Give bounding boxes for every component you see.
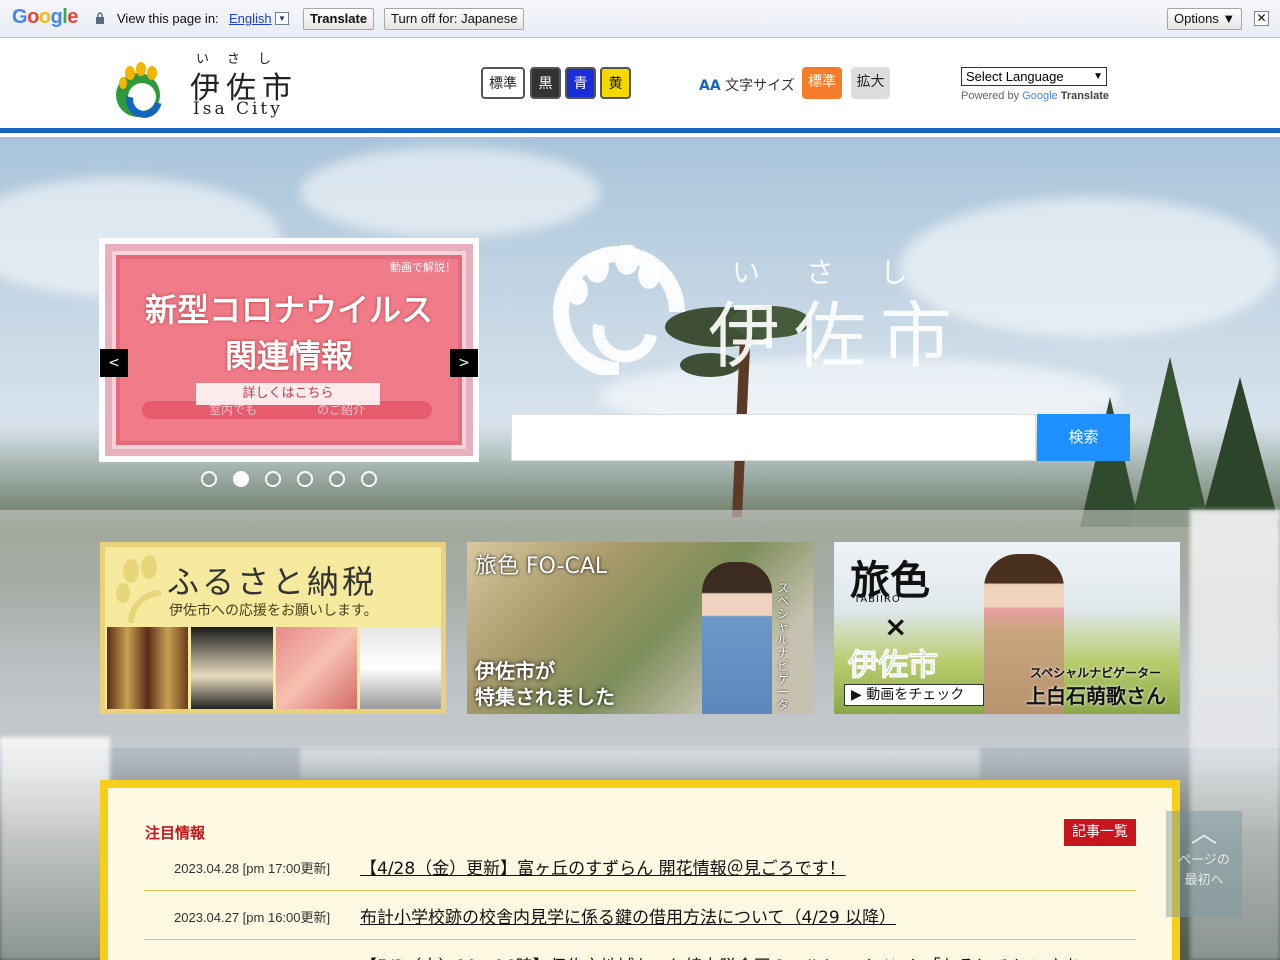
logo-letter: o [38,6,51,28]
color-standard-button[interactable]: 標準 [481,67,525,99]
search-input[interactable] [511,414,1036,461]
logo-letter: o [27,6,39,28]
navigator-label: スペシャルナビゲーター [1030,666,1162,680]
pudding-photo [191,627,273,709]
turn-off-button[interactable]: Turn off for: Japanese [384,8,525,30]
carousel-dot[interactable] [265,471,281,487]
powered-by-google: Powered by Google Translate [961,90,1109,102]
site-header: いさし 伊佐市 Isa City 標準 黒 青 黄 AA 文字サイズ 標準 拡大… [0,39,1280,133]
back-to-top-button[interactable]: ︿ ページの最初へ [1166,811,1242,917]
watch-video-button[interactable]: ▶ 動画をチェック [844,684,984,706]
news-date: 2023.04.27 [pm 16:00更新] [174,910,331,925]
carousel-dot[interactable] [297,471,313,487]
google-wordmark: Google [1022,90,1058,102]
hero-section: 動画で解説！ 新型コロナウイルス 関連情報 室内でも のご紹介 詳しくはこちら … [0,137,1280,960]
shochu-photo [107,627,189,709]
news-date: 2023.04.28 [pm 17:00更新] [174,861,331,876]
select-language-dropdown[interactable]: Select Language ▼ [961,67,1107,86]
city-emblem-icon [553,245,685,375]
carousel-dot[interactable] [329,471,345,487]
furusato-subtitle: 伊佐市への応援をお願いします。 [169,603,378,619]
slide-title-line2: 関連情報 [224,337,353,375]
search-button[interactable]: 検索 [1037,414,1130,461]
google-logo: Google [12,6,78,29]
logo-letter: e [67,6,78,28]
google-translate-bar: Google View this page in: English ▼ Tran… [0,0,1280,38]
focal-feature-banner[interactable]: 旅色 FO-CAL スペシャルナビゲーター 上白石萌歌さん 伊佐市が 特集されま… [467,542,813,714]
cloud [300,147,600,237]
view-page-in-label: View this page in: [117,11,219,26]
font-size-text: 文字サイズ [725,78,795,94]
font-standard-button[interactable]: 標準 [802,67,842,99]
collab-x: × [884,610,908,643]
news-item: 【5/3（水）10～16時】伊佐市地域おこし協力隊企画のマルシェイベント「おそと… [144,940,1136,960]
news-title: 注目情報 [145,824,206,842]
city-logo-icon[interactable] [108,61,172,119]
news-link[interactable]: 【5/3（水）10～16時】伊佐市地域おこし協力隊企画のマルシェイベント「おそと… [360,952,1097,960]
powered-by-text: Powered by [961,90,1020,102]
carousel-dot-active[interactable] [233,471,249,487]
waterfall [0,737,110,960]
slide-title-line1: 新型コロナウイルス [144,291,433,329]
font-size-label: AA 文字サイズ [699,75,795,95]
color-yellow-button[interactable]: 黄 [600,67,631,99]
logo-letter: g [50,6,63,28]
jars-photo [359,627,441,709]
back-to-top-label: ページの最初へ [1178,853,1230,888]
select-language-value: Select Language [966,69,1064,84]
focal-caption: 伊佐市が 特集されました [475,658,615,710]
color-blue-button[interactable]: 青 [565,67,596,99]
city-name: 伊佐市 [708,294,967,378]
featured-news-panel: 注目情報 記事一覧 2023.04.28 [pm 17:00更新] 【4/28（… [100,780,1180,960]
translate-link[interactable]: Translate [1061,90,1109,102]
product-photos [107,627,441,709]
lock-icon [96,12,104,24]
focal-header: 旅色 FO-CAL [475,554,608,579]
carousel[interactable]: 動画で解説！ 新型コロナウイルス 関連情報 室内でも のご紹介 詳しくはこちら [99,238,479,462]
chevron-down-icon: ▼ [1093,71,1103,82]
tabiiro-en: TABIIRO [854,594,901,605]
waterfall [300,748,980,778]
language-link[interactable]: English [229,11,272,26]
focal-caption-line2: 特集されました [475,685,615,709]
tabiiro-video-banner[interactable]: 旅色 TABIIRO × 伊佐市 ▶ 動画をチェック スペシャルナビゲーター 上… [834,542,1180,714]
furusato-title: ふるさと納税 [167,563,378,601]
color-black-button[interactable]: 黒 [530,67,561,99]
chevron-up-icon: ︿ [1190,819,1217,849]
news-item: 2023.04.28 [pm 17:00更新] 【4/28（金）更新】富ヶ丘のす… [144,842,1136,891]
carousel-prev-button[interactable]: < [100,349,128,377]
close-icon[interactable]: ✕ [1254,11,1269,26]
navigator-figure [702,562,772,714]
logo-letter: G [12,6,28,28]
youtube-label: 動画で解説！ [390,261,456,274]
slide-covid-info[interactable]: 動画で解説！ 新型コロナウイルス 関連情報 室内でも のご紹介 詳しくはこちら [105,244,473,456]
carousel-dot[interactable] [201,471,217,487]
font-size-icon: AA [699,78,721,94]
furusato-nozei-banner[interactable]: ふるさと納税 伊佐市への応援をお願いします。 [100,542,446,714]
news-item: 2023.04.27 [pm 16:00更新] 布計小学校跡の校舎内見学に係る鍵… [144,891,1136,940]
translate-button[interactable]: Translate [303,8,375,30]
navigator-vertical-name: スペシャルナビゲーター 上白石萌歌さん [777,581,790,715]
meat-photo [275,627,357,709]
wheat-icon [116,555,162,623]
news-link[interactable]: 【4/28（金）更新】富ヶ丘のすずらん 開花情報＠見ごろです！ [360,854,846,879]
carousel-next-button[interactable]: > [450,349,478,377]
logo-english-name: Isa City [193,99,283,119]
slide-more-button[interactable]: 詳しくはこちら [196,383,380,405]
focal-caption-line1: 伊佐市が [475,659,555,683]
font-large-button[interactable]: 拡大 [851,67,890,99]
carousel-dot[interactable] [361,471,377,487]
news-link[interactable]: 布計小学校跡の校舎内見学に係る鍵の借用方法について（4/29 以降） [360,903,896,928]
options-button[interactable]: Options ▼ [1167,8,1243,30]
language-dropdown-icon[interactable]: ▼ [275,12,289,25]
navigator-name: 上白石萌歌さん [1026,684,1166,708]
tabiiro-isa: 伊佐市 [848,648,939,684]
